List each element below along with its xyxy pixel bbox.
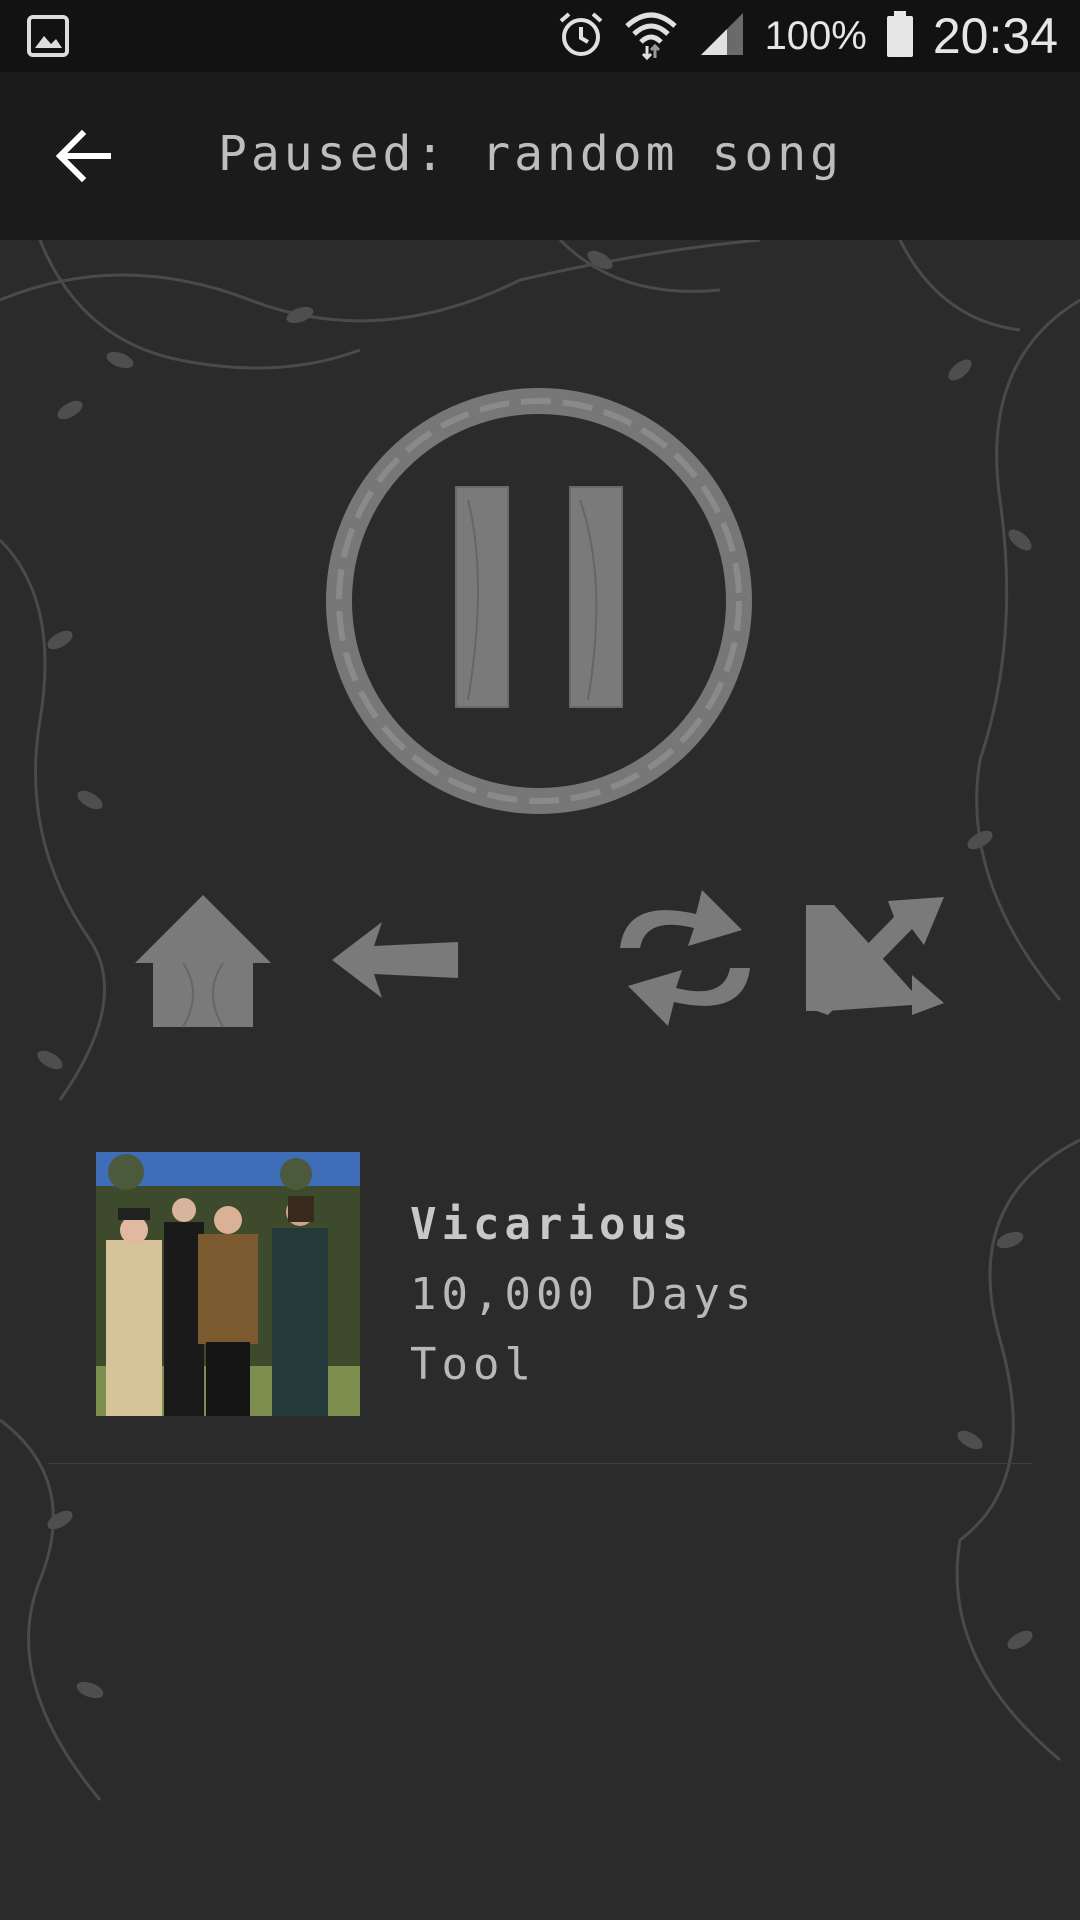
album-art: [96, 1152, 360, 1416]
shuffle-icon: [806, 897, 944, 1015]
arrow-left-icon: [55, 129, 111, 183]
wifi-icon: [623, 8, 679, 64]
back-button[interactable]: [52, 124, 116, 188]
page-title: Paused: random song: [218, 126, 844, 182]
signal-icon: [697, 9, 747, 63]
alarm-icon: [557, 9, 605, 63]
repeat-button[interactable]: [616, 888, 754, 1028]
track-album: 10,000 Days: [410, 1269, 757, 1320]
clock: 20:34: [932, 8, 1058, 64]
track-info: Vicarious 10,000 Days Tool: [410, 1190, 756, 1400]
divider: [48, 1463, 1032, 1464]
home-icon: [135, 895, 271, 1028]
track-artist: Tool: [410, 1339, 536, 1390]
status-bar: 100% 20:34: [0, 0, 1080, 72]
app-bar: Paused: random song: [0, 72, 1080, 240]
track-list-item[interactable]: Vicarious 10,000 Days Tool: [48, 1140, 1032, 1464]
repeat-icon: [620, 890, 750, 1026]
pause-button[interactable]: [318, 380, 760, 822]
track-title: Vicarious: [410, 1199, 694, 1250]
previous-icon: [332, 922, 458, 998]
pause-icon: [326, 388, 752, 814]
image-icon: [26, 14, 70, 58]
previous-button[interactable]: [330, 920, 460, 1000]
home-button[interactable]: [133, 893, 273, 1029]
battery-icon: [885, 9, 915, 63]
shuffle-button[interactable]: [804, 895, 946, 1017]
battery-percent: 100%: [764, 13, 867, 58]
